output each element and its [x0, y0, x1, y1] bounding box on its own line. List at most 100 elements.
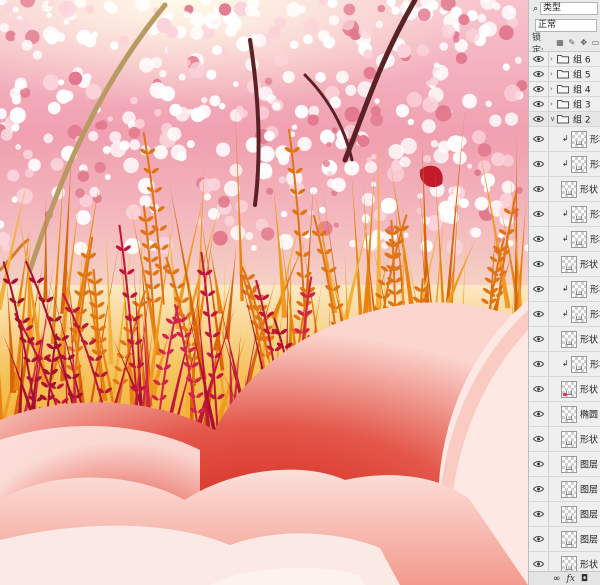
layer-row[interactable]: 图层: [529, 502, 600, 527]
layer-name: 形状: [580, 185, 599, 196]
chevron-right-icon[interactable]: ›: [550, 100, 553, 108]
layer-thumbnail: [561, 481, 577, 498]
add-mask-icon[interactable]: ◘: [581, 574, 588, 584]
layer-row[interactable]: 图层: [529, 477, 600, 502]
folder-icon: [557, 70, 569, 79]
layer-name: 图层: [580, 535, 599, 546]
layer-thumbnail: [571, 156, 587, 173]
layer-name: 形状: [580, 385, 599, 396]
add-layer-style-button[interactable]: fx: [567, 574, 575, 584]
chevron-down-icon[interactable]: ∨: [550, 115, 555, 123]
eye-icon[interactable]: [533, 260, 544, 268]
eye-icon[interactable]: [533, 235, 544, 243]
layer-row[interactable]: ↲ 形状: [529, 352, 600, 377]
layer-row[interactable]: ↲ 形状: [529, 202, 600, 227]
layer-thumbnail: [561, 381, 577, 398]
layer-group-row[interactable]: › 组 4: [529, 82, 600, 97]
layer-thumbnail: [571, 231, 587, 248]
layer-name: 形状: [590, 210, 600, 221]
layer-row[interactable]: 形状: [529, 327, 600, 352]
lock-position-icon[interactable]: ✥: [579, 38, 588, 47]
eye-icon[interactable]: [533, 385, 544, 393]
layer-name: 椭圆: [580, 410, 599, 421]
layer-name: 形状: [590, 285, 600, 296]
layer-group-name: 组 3: [573, 100, 591, 111]
eye-icon[interactable]: [533, 435, 544, 443]
layers-panel-footer: ∞ fx ◘: [529, 571, 600, 585]
chevron-right-icon[interactable]: ›: [550, 55, 553, 63]
clipping-mask-icon: ↲: [562, 209, 569, 218]
layer-thumbnail: [571, 281, 587, 298]
layer-thumbnail: [571, 356, 587, 373]
layer-thumbnail: [561, 506, 577, 523]
eye-icon[interactable]: [533, 485, 544, 493]
layer-filter-row: ⌕ 类型: [529, 0, 600, 17]
layer-name: 形状: [590, 135, 600, 146]
eye-icon[interactable]: [533, 460, 544, 468]
layer-thumbnail: [561, 181, 577, 198]
layer-row[interactable]: 形状: [529, 252, 600, 277]
eye-icon[interactable]: [533, 360, 544, 368]
chevron-right-icon[interactable]: ›: [550, 85, 553, 93]
layer-name: 图层: [580, 510, 599, 521]
layer-group-name: 组 5: [573, 70, 591, 81]
clipping-mask-icon: ↲: [562, 284, 569, 293]
layer-row[interactable]: ↲ 形状: [529, 127, 600, 152]
eye-icon[interactable]: [533, 55, 544, 63]
layer-row[interactable]: 椭圆: [529, 402, 600, 427]
eye-icon[interactable]: [533, 100, 544, 108]
layer-group-row[interactable]: › 组 5: [529, 67, 600, 82]
layer-group-name: 组 6: [573, 55, 591, 66]
eye-icon[interactable]: [533, 410, 544, 418]
layer-row[interactable]: ↲ 形状: [529, 152, 600, 177]
link-layers-icon[interactable]: ∞: [553, 574, 561, 584]
layer-name: 图层: [580, 485, 599, 496]
layer-thumbnail: [561, 406, 577, 423]
eye-icon[interactable]: [533, 160, 544, 168]
lock-artboard-icon[interactable]: ▭: [591, 38, 600, 47]
eye-icon[interactable]: [533, 70, 544, 78]
layer-thumbnail: [571, 206, 587, 223]
layer-name: 形状: [580, 435, 599, 446]
artwork-illustration: [0, 0, 528, 585]
document-canvas[interactable]: [0, 0, 528, 585]
eye-icon[interactable]: [533, 285, 544, 293]
layer-group-row[interactable]: › 组 6: [529, 52, 600, 67]
layer-thumbnail: [571, 306, 587, 323]
layer-row[interactable]: 形状: [529, 177, 600, 202]
layer-row[interactable]: 图层: [529, 527, 600, 552]
layer-row[interactable]: ↲ 形状: [529, 277, 600, 302]
clipping-mask-icon: ↲: [562, 159, 569, 168]
layer-name: 形状: [590, 235, 600, 246]
clipping-mask-icon: ↲: [562, 359, 569, 368]
eye-icon[interactable]: [533, 115, 544, 123]
lock-row: 锁定: ▦ ✎ ✥ ▭: [529, 33, 600, 56]
layer-name: 形状: [590, 160, 600, 171]
layers-panel-header: ⌕ 类型 正常 锁定: ▦ ✎ ✥ ▭: [529, 0, 600, 56]
lock-image-pixels-icon[interactable]: ✎: [567, 38, 576, 47]
chevron-right-icon[interactable]: ›: [550, 70, 553, 78]
eye-icon[interactable]: [533, 310, 544, 318]
layer-row[interactable]: 形状: [529, 377, 600, 402]
eye-icon[interactable]: [533, 510, 544, 518]
eye-icon[interactable]: [533, 135, 544, 143]
layer-row[interactable]: 形状: [529, 427, 600, 452]
layer-name: 形状: [580, 335, 599, 346]
eye-icon[interactable]: [533, 335, 544, 343]
eye-icon[interactable]: [533, 85, 544, 93]
layer-name: 形状: [590, 310, 600, 321]
clipping-mask-icon: ↲: [562, 134, 569, 143]
layer-group-row[interactable]: ∨ 组 2: [529, 112, 600, 127]
filter-kind-select[interactable]: 类型: [540, 2, 599, 15]
eye-icon[interactable]: [533, 560, 544, 568]
layer-row[interactable]: ↲ 形状: [529, 227, 600, 252]
layer-name: 形状: [590, 360, 600, 371]
layer-row[interactable]: ↲ 形状: [529, 302, 600, 327]
eye-icon[interactable]: [533, 535, 544, 543]
layer-group-row[interactable]: › 组 3: [529, 97, 600, 112]
lock-transparent-pixels-icon[interactable]: ▦: [556, 38, 565, 47]
eye-icon[interactable]: [533, 185, 544, 193]
layer-group-name: 组 4: [573, 85, 591, 96]
eye-icon[interactable]: [533, 210, 544, 218]
layer-row[interactable]: 图层: [529, 452, 600, 477]
